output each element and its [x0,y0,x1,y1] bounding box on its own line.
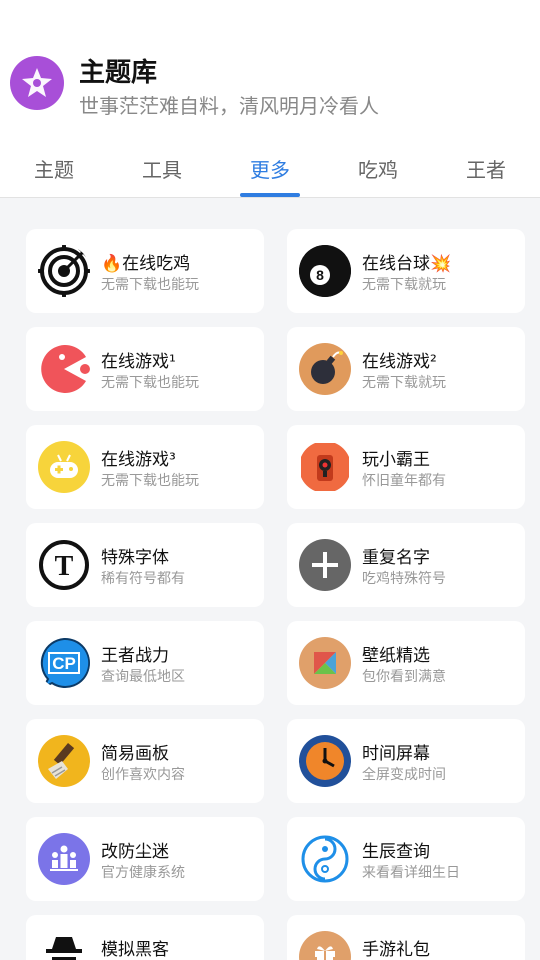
card-wallpaper[interactable]: 壁纸精选 包你看到满意 [287,621,525,705]
card-game-gift[interactable]: 手游礼包 [287,915,525,960]
card-online-game-2[interactable]: 在线游戏² 无需下载就玩 [287,327,525,411]
card-time-screen[interactable]: 时间屏幕 全屏变成时间 [287,719,525,803]
card-title: 王者战力 [101,646,169,666]
tab-bar: 主题 工具 更多 吃鸡 王者 [0,150,540,198]
card-title: 时间屏幕 [362,744,430,764]
card-subtitle: 吃鸡特殊符号 [362,571,446,587]
pacman-icon [38,343,90,395]
card-subtitle: 无需下载也能玩 [101,277,199,293]
active-tab-indicator [240,193,300,197]
card-anti-addiction[interactable]: 改防尘迷 官方健康系统 [26,817,264,901]
card-subtitle: 稀有符号都有 [101,571,185,587]
card-title: 🔥在线吃鸡 [101,254,191,274]
card-title: 特殊字体 [101,548,169,568]
card-title: 在线游戏³ [101,450,176,470]
svg-text:T: T [55,551,74,582]
svg-text:CP: CP [52,654,76,673]
card-drawing-board[interactable]: 简易画板 创作喜欢内容 [26,719,264,803]
card-xiaobawang[interactable]: 玩小霸王 怀旧童年都有 [287,425,525,509]
card-title: 在线游戏² [362,352,437,372]
hacker-icon [38,931,90,960]
card-title: 在线台球💥 [362,254,452,274]
card-fake-hacker[interactable]: 模拟黑客 [26,915,264,960]
target-icon [38,245,90,297]
card-duplicate-name[interactable]: 重复名字 吃鸡特殊符号 [287,523,525,607]
card-title: 重复名字 [362,548,430,568]
tab-chiji[interactable]: 吃鸡 [338,154,418,183]
cp-chat-icon: CP [38,637,90,689]
card-subtitle: 怀旧童年都有 [362,473,446,489]
card-online-game-3[interactable]: 在线游戏³ 无需下载也能玩 [26,425,264,509]
card-title: 玩小霸王 [362,450,430,470]
app-header: 主题库 世事茫茫难自料，清风明月冷看人 主题 工具 更多 吃鸡 王者 [0,0,540,198]
card-subtitle: 查询最低地区 [101,669,185,685]
wallpaper-icon [299,637,351,689]
card-title: 在线游戏¹ [101,352,176,372]
plus-icon [299,539,351,591]
card-online-billiards[interactable]: 8 在线台球💥 无需下载就玩 [287,229,525,313]
tab-wangzhe[interactable]: 王者 [446,154,526,183]
gift-icon [299,931,351,960]
card-subtitle: 全屏变成时间 [362,767,446,783]
card-online-chiji[interactable]: 🔥在线吃鸡 无需下载也能玩 [26,229,264,313]
card-title: 改防尘迷 [101,842,169,862]
page-title: 主题库 [79,58,158,88]
card-subtitle: 无需下载也能玩 [101,375,199,391]
card-subtitle: 无需下载就玩 [362,277,446,293]
tab-tools[interactable]: 工具 [122,154,202,183]
clock-icon [299,735,351,787]
card-title: 模拟黑客 [101,940,169,960]
family-icon [38,833,90,885]
bomb-icon [299,343,351,395]
paintbrush-icon [38,735,90,787]
tab-theme[interactable]: 主题 [14,154,94,183]
joystick-icon [299,441,351,493]
font-t-icon: T [38,539,90,591]
card-subtitle: 来看看详细生日 [362,865,460,881]
card-subtitle: 官方健康系统 [101,865,185,881]
card-title: 生辰查询 [362,842,430,862]
page-subtitle: 世事茫茫难自料，清风明月冷看人 [79,94,379,118]
card-title: 手游礼包 [362,940,430,960]
yin-yang-icon [299,833,351,885]
app-logo-icon [10,56,64,110]
eight-ball-icon: 8 [299,245,351,297]
gamepad-icon [38,441,90,493]
card-subtitle: 创作喜欢内容 [101,767,185,783]
card-online-game-1[interactable]: 在线游戏¹ 无需下载也能玩 [26,327,264,411]
card-special-font[interactable]: T 特殊字体 稀有符号都有 [26,523,264,607]
card-subtitle: 无需下载就玩 [362,375,446,391]
tab-more[interactable]: 更多 [230,154,310,183]
svg-text:8: 8 [316,267,324,283]
card-title: 简易画板 [101,744,169,764]
card-title: 壁纸精选 [362,646,430,666]
card-subtitle: 包你看到满意 [362,669,446,685]
card-subtitle: 无需下载也能玩 [101,473,199,489]
card-wangzhe-power[interactable]: CP 王者战力 查询最低地区 [26,621,264,705]
card-birthday-query[interactable]: 生辰查询 来看看详细生日 [287,817,525,901]
